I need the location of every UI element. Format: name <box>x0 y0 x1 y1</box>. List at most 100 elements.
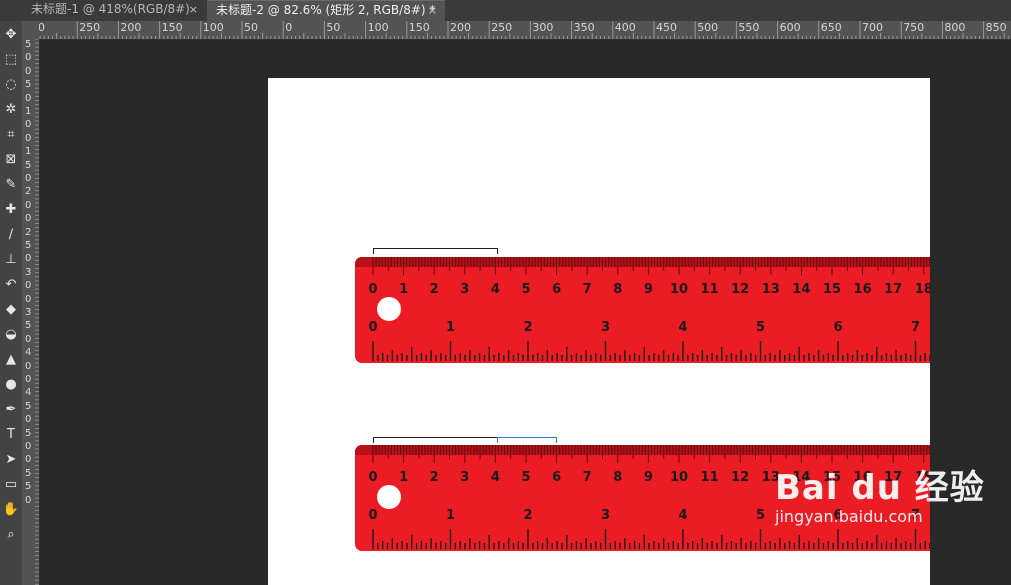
ruler-label: 150 <box>161 21 183 34</box>
measure-bracket <box>373 437 498 443</box>
ruler-label: 0 <box>25 173 32 184</box>
inch-number: 0 <box>368 508 378 523</box>
ruler-image-top: 0 1 2 3 4 5 6 7 8 9 10 11 12 13 14 15 16 17 18 0 1 2 3 4 5 6 7 <box>355 257 930 363</box>
ruler-label: 0 <box>25 119 32 131</box>
ruler-label: 0 <box>25 360 32 372</box>
cm-number: 2 <box>429 282 439 297</box>
ruler-label: 5 <box>25 159 32 171</box>
cm-number: 7 <box>582 470 592 485</box>
cm-number: 7 <box>582 282 592 297</box>
hand-tool[interactable]: ✋ <box>0 500 22 520</box>
inch-number: 2 <box>523 508 533 523</box>
cm-number: 6 <box>552 470 562 485</box>
ruler-label: 50 <box>326 21 341 34</box>
paint-bucket-tool[interactable]: ◒ <box>0 325 22 345</box>
close-icon[interactable]: × <box>189 0 198 19</box>
lasso-tool[interactable]: ◌ <box>0 75 22 95</box>
ruler-label: 5 <box>25 400 32 412</box>
ruler-label: 3 <box>25 266 32 278</box>
inch-number: 4 <box>678 508 688 523</box>
ruler-label: 4 <box>25 387 32 399</box>
ruler-label: 550 <box>738 21 760 34</box>
ruler-label: 50 <box>244 21 258 34</box>
magic-wand-tool[interactable]: ✲ <box>0 100 22 120</box>
tab-untitled-2[interactable]: 未标题-2 @ 82.6% (矩形 2, RGB/8#) * × <box>207 0 445 21</box>
ruler-label: 0 <box>25 213 32 225</box>
pen-tool[interactable]: ✒ <box>0 400 22 420</box>
cm-number: 1 <box>399 470 409 485</box>
baidu-jingyan-watermark: Bai du 经验 jingyan.baidu.com <box>775 470 985 526</box>
tab-label: 未标题-1 @ 418%(RGB/8#) <box>31 2 190 16</box>
ruler-label: 1 <box>25 106 32 117</box>
ruler-label: 5 <box>25 427 32 439</box>
rectangle-tool[interactable]: ▭ <box>0 475 22 495</box>
ruler-label: 300 <box>532 21 554 34</box>
ruler-label: 2 <box>25 226 32 238</box>
dodge-tool[interactable]: ● <box>0 375 22 395</box>
ruler-label: 0 <box>25 92 32 104</box>
zoom-tool[interactable]: ⌕ <box>0 525 22 545</box>
selection-marquee <box>497 437 557 443</box>
inch-number: 1 <box>445 320 456 335</box>
crop-tool[interactable]: ⌗ <box>0 125 22 145</box>
healing-brush-tool[interactable]: ✚ <box>0 200 22 220</box>
brush-tool[interactable]: ∕ <box>0 225 22 245</box>
ruler-label: 0 <box>25 441 32 452</box>
ruler-label: 0 <box>25 374 32 385</box>
inch-number: 1 <box>445 508 456 523</box>
document-tab-bar: 未标题-1 @ 418%(RGB/8#) × 未标题-2 @ 82.6% (矩形… <box>0 0 1011 21</box>
type-tool[interactable]: T <box>0 425 22 445</box>
eraser-tool[interactable]: ◆ <box>0 300 22 320</box>
ruler-origin-corner[interactable] <box>22 21 40 40</box>
ruler-label: 0 <box>25 414 32 426</box>
cm-number: 4 <box>490 282 500 297</box>
ruler-label: 4 <box>25 347 32 359</box>
cm-number: 12 <box>731 282 750 297</box>
ruler-label: 5 <box>25 79 32 91</box>
history-brush-tool[interactable]: ↶ <box>0 275 22 295</box>
cm-number: 15 <box>822 282 842 297</box>
ruler-label: 350 <box>573 21 595 34</box>
watermark-url: jingyan.baidu.com <box>775 507 923 526</box>
ruler-label: 100 <box>202 21 224 34</box>
move-tool[interactable]: ✥ <box>0 25 22 45</box>
cm-number: 6 <box>552 282 562 297</box>
cm-number: 8 <box>613 470 623 485</box>
ruler-label: 2 <box>25 186 32 198</box>
ruler-hole <box>377 485 401 509</box>
cm-number: 17 <box>884 282 903 297</box>
ruler-label: 450 <box>656 21 677 34</box>
cm-number: 16 <box>853 282 872 297</box>
ruler-label: 150 <box>408 21 430 34</box>
ruler-label: 850 <box>985 21 1007 34</box>
ruler-label: 600 <box>779 21 801 34</box>
horizontal-ruler[interactable]: 0250200150100500501001502002503003504004… <box>39 21 1011 40</box>
vertical-ruler[interactable]: 50050100150200250300350400450500550 <box>22 39 40 585</box>
frame-tool[interactable]: ⊠ <box>0 150 22 170</box>
close-icon[interactable]: × <box>428 1 437 20</box>
ruler-label: 500 <box>697 21 719 34</box>
marquee-tool[interactable]: ⬚ <box>0 50 22 70</box>
tools-panel: ✥ ⬚ ◌ ✲ ⌗ ⊠ ✎ ✚ ∕ ⊥ ↶ ◆ ◒ ▲ ● ✒ T ➤ ▭ ✋ ⌕ <box>0 21 23 585</box>
cm-number: 4 <box>490 470 500 485</box>
ruler-label: 0 <box>25 454 32 466</box>
ruler-label: 200 <box>450 21 471 34</box>
ruler-label: 5 <box>25 240 32 251</box>
eyedropper-tool[interactable]: ✎ <box>0 175 22 195</box>
inch-number: 0 <box>368 320 378 335</box>
measure-bracket <box>373 248 498 254</box>
ruler-label: 400 <box>614 21 636 34</box>
ruler-label: 750 <box>903 21 925 34</box>
tab-untitled-1[interactable]: 未标题-1 @ 418%(RGB/8#) × <box>22 0 206 21</box>
cm-number: 14 <box>792 282 811 297</box>
cm-number: 5 <box>521 282 531 297</box>
stamp-tool[interactable]: ⊥ <box>0 250 22 270</box>
ruler-label: 0 <box>25 65 32 77</box>
blur-tool[interactable]: ▲ <box>0 350 22 370</box>
ruler-label: 250 <box>79 21 101 34</box>
ruler-label: 5 <box>25 481 32 493</box>
cm-number: 3 <box>460 470 470 485</box>
cm-number: 9 <box>643 470 653 485</box>
cm-number: 12 <box>731 470 750 485</box>
path-selection-tool[interactable]: ➤ <box>0 450 22 470</box>
